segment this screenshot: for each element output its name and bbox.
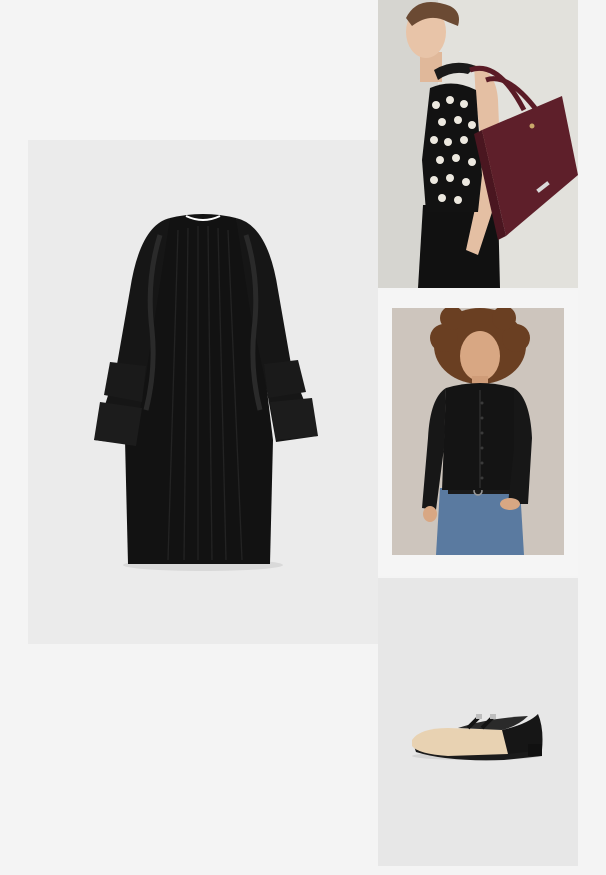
cardigan-model-image [392,308,564,555]
dress-image [28,140,378,644]
shoes-image [378,578,578,866]
bag-model-image [378,0,578,288]
product-card-dress[interactable] [28,140,378,644]
product-card-cardigan-container [378,290,578,576]
product-card-shoes[interactable] [378,578,578,866]
product-card-bag[interactable] [378,0,578,288]
product-card-cardigan[interactable] [392,308,564,555]
